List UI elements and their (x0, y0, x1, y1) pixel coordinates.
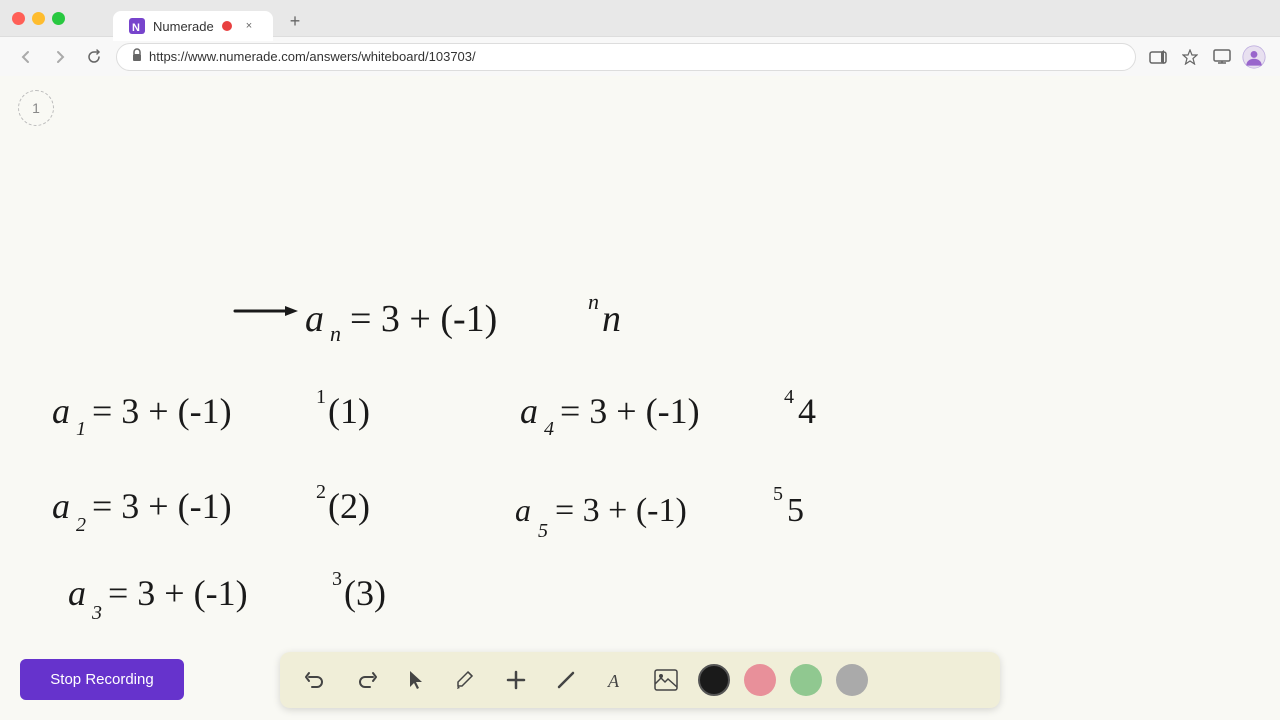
forward-icon (52, 49, 68, 65)
browser-toolbar-right (1146, 45, 1266, 69)
svg-text:a: a (515, 492, 531, 528)
eraser-icon (555, 669, 577, 691)
pen-tool-button[interactable] (448, 662, 484, 698)
profile-icon[interactable] (1242, 45, 1266, 69)
svg-text:= 3 + (-1): = 3 + (-1) (92, 486, 232, 526)
svg-text:= 3 + (-1): = 3 + (-1) (560, 391, 700, 431)
pen-icon (455, 669, 477, 691)
stop-recording-button[interactable]: Stop Recording (20, 659, 184, 700)
svg-text:A: A (607, 671, 620, 691)
back-icon (18, 49, 34, 65)
minimize-window-button[interactable] (32, 12, 45, 25)
svg-text:3: 3 (332, 568, 342, 590)
undo-icon (305, 669, 327, 691)
redo-icon (355, 669, 377, 691)
title-bar: N Numerade × + (0, 0, 1280, 36)
select-tool-button[interactable] (398, 662, 434, 698)
svg-text:4: 4 (544, 418, 554, 440)
refresh-icon (86, 49, 102, 65)
svg-text:a: a (52, 391, 70, 431)
select-icon (405, 669, 427, 691)
svg-text:2: 2 (76, 514, 86, 536)
forward-button[interactable] (48, 45, 72, 69)
svg-text:(1): (1) (328, 391, 370, 431)
camera-icon[interactable] (1146, 45, 1170, 69)
image-icon (654, 669, 678, 691)
svg-text:4: 4 (784, 386, 794, 408)
svg-text:5: 5 (773, 483, 783, 505)
svg-text:N: N (132, 22, 140, 34)
svg-text:n: n (602, 298, 621, 340)
url-text: https://www.numerade.com/answers/whitebo… (149, 49, 476, 64)
svg-text:2: 2 (316, 481, 326, 503)
svg-text:n: n (588, 289, 599, 314)
whiteboard-content: a n = 3 + (-1) n n a 1 = 3 + (-1) 1 (1) … (0, 76, 1280, 720)
svg-text:4: 4 (798, 391, 816, 431)
window-controls (12, 12, 65, 25)
color-pink[interactable] (744, 664, 776, 696)
url-bar[interactable]: https://www.numerade.com/answers/whitebo… (116, 43, 1136, 71)
svg-text:= 3 + (-1): = 3 + (-1) (350, 298, 497, 340)
svg-text:= 3 + (-1): = 3 + (-1) (92, 391, 232, 431)
color-black[interactable] (698, 664, 730, 696)
recording-indicator (222, 21, 232, 31)
svg-text:a: a (52, 486, 70, 526)
whiteboard-page: 1 a n = 3 + (-1) n n a 1 = 3 + (-1) 1 (1… (0, 76, 1280, 720)
close-window-button[interactable] (12, 12, 25, 25)
svg-text:3: 3 (91, 602, 102, 624)
color-green[interactable] (790, 664, 822, 696)
monitor-icon[interactable] (1210, 45, 1234, 69)
add-button[interactable] (498, 662, 534, 698)
svg-text:5: 5 (787, 492, 804, 529)
svg-text:1: 1 (316, 386, 326, 408)
maximize-window-button[interactable] (52, 12, 65, 25)
svg-text:a: a (520, 391, 538, 431)
image-button[interactable] (648, 662, 684, 698)
svg-text:a: a (305, 298, 324, 340)
favicon-icon: N (129, 18, 145, 34)
close-tab-button[interactable]: × (241, 18, 257, 34)
svg-text:1: 1 (76, 418, 86, 440)
new-tab-button[interactable]: + (281, 7, 309, 35)
undo-button[interactable] (298, 662, 334, 698)
redo-button[interactable] (348, 662, 384, 698)
address-bar: https://www.numerade.com/answers/whitebo… (0, 36, 1280, 76)
svg-text:n: n (330, 321, 341, 346)
svg-text:5: 5 (538, 520, 548, 542)
refresh-button[interactable] (82, 45, 106, 69)
eraser-button[interactable] (548, 662, 584, 698)
star-icon[interactable] (1178, 45, 1202, 69)
text-icon: A (605, 669, 627, 691)
svg-text:= 3 + (-1): = 3 + (-1) (108, 573, 248, 613)
add-icon (505, 669, 527, 691)
lock-icon (131, 48, 143, 65)
back-button[interactable] (14, 45, 38, 69)
tab-label: Numerade (153, 19, 214, 34)
drawing-toolbar: A (280, 652, 1000, 708)
svg-text:a: a (68, 573, 86, 613)
color-gray[interactable] (836, 664, 868, 696)
text-tool-button[interactable]: A (598, 662, 634, 698)
active-tab[interactable]: N Numerade × (113, 11, 273, 41)
svg-text:(2): (2) (328, 486, 370, 526)
svg-text:(3): (3) (344, 573, 386, 613)
svg-text:= 3 + (-1): = 3 + (-1) (555, 492, 687, 529)
